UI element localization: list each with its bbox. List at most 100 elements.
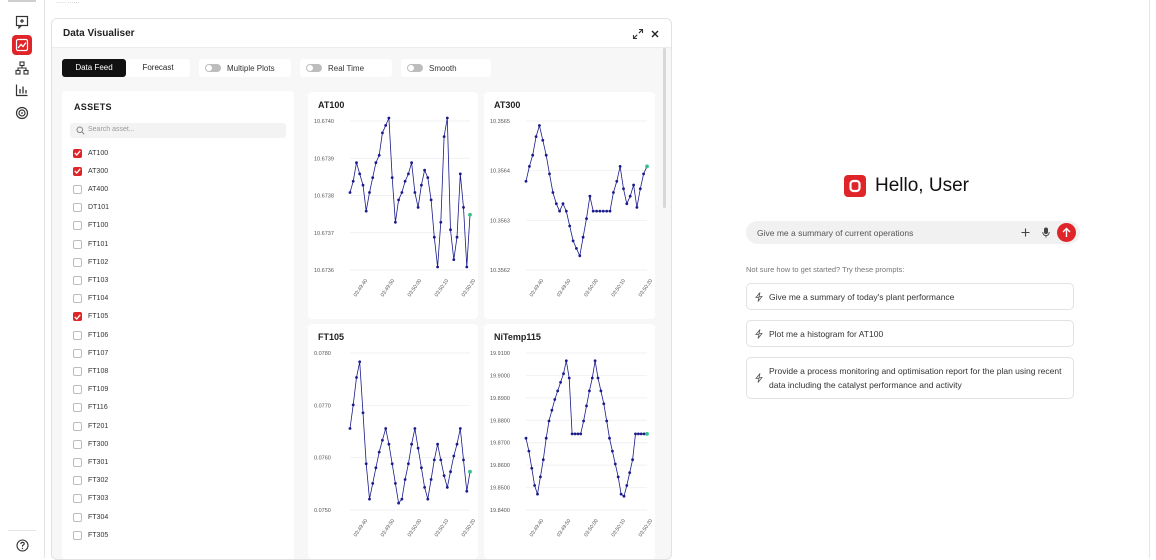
asset-checkbox[interactable] [73,184,82,194]
asset-checkbox[interactable] [73,439,82,449]
x-tick-label: 03:50:10 [434,278,451,298]
data-point [348,427,352,430]
toggle-label: Multiple Plots [227,63,275,73]
prompt-input[interactable]: Give me a summary of current operations [746,221,1080,244]
asset-checkbox[interactable] [73,348,82,358]
asset-item-ft303[interactable]: FT303 [73,493,273,505]
data-visualiser-icon[interactable] [12,35,32,55]
asset-item-ft302[interactable]: FT302 [73,475,273,487]
asset-checkbox[interactable] [73,312,82,322]
suggestion-text: Give me a summary of today's plant perfo… [769,292,955,302]
data-point [368,191,371,194]
asset-item-ft300[interactable]: FT300 [73,438,273,450]
suggestion-plant-performance[interactable]: Give me a summary of today's plant perfo… [746,283,1074,310]
microphone-icon[interactable] [1042,227,1050,238]
asset-checkbox[interactable] [73,476,82,486]
asset-item-ft201[interactable]: FT201 [73,420,273,432]
data-point [351,403,355,407]
asset-checkbox[interactable] [73,166,82,176]
hierarchy-icon[interactable] [12,58,32,78]
data-point [458,172,462,176]
asset-checkbox[interactable] [73,494,82,504]
data-point [384,124,388,127]
data-point [436,265,439,269]
lightning-icon [755,291,763,302]
asset-item-ft106[interactable]: FT106 [73,329,273,341]
asset-checkbox[interactable] [73,148,82,158]
asset-item-dt101[interactable]: DT101 [73,202,273,214]
data-point [628,471,632,474]
send-button[interactable] [1057,223,1076,242]
data-point [426,176,430,179]
data-point [558,209,561,213]
asset-search-input[interactable]: Search asset... [70,123,286,138]
data-point [390,462,394,466]
asset-checkbox[interactable] [73,366,82,376]
chat-icon[interactable] [12,12,32,32]
data-point [622,187,625,191]
data-point [371,176,375,179]
y-tick-label: 19.8400 [490,508,510,514]
asset-item-ft104[interactable]: FT104 [73,293,273,305]
x-tick-label: 03:50:20 [638,518,655,538]
data-point [407,172,410,176]
add-icon[interactable] [1021,228,1030,237]
toggle-switch[interactable] [407,64,423,72]
asset-checkbox[interactable] [73,385,82,395]
asset-checkbox[interactable] [73,203,82,213]
toggle-multiple-plots[interactable]: Multiple Plots [199,59,291,77]
asset-item-ft105[interactable]: FT105 [73,311,273,323]
suggestion-histogram[interactable]: Plot me a histogram for AT100 [746,320,1074,347]
data-point [548,172,551,176]
target-icon[interactable] [12,103,32,123]
expand-icon[interactable] [632,27,644,40]
asset-checkbox[interactable] [73,421,82,431]
asset-checkbox[interactable] [73,512,82,522]
data-point [645,432,649,436]
asset-checkbox[interactable] [73,294,82,304]
window-edge [1149,0,1150,558]
asset-item-ft107[interactable]: FT107 [73,347,273,359]
series-line [349,117,471,268]
asset-item-ft108[interactable]: FT108 [73,365,273,377]
asset-checkbox[interactable] [73,457,82,467]
data-point [613,462,617,466]
asset-item-ft100[interactable]: FT100 [73,220,273,232]
help-icon[interactable] [12,535,32,555]
close-icon[interactable] [649,27,661,39]
asset-item-ft102[interactable]: FT102 [73,256,273,268]
toggle-smooth[interactable]: Smooth [401,59,491,77]
asset-item-at400[interactable]: AT400 [73,183,273,195]
asset-checkbox[interactable] [73,257,82,267]
suggestion-process-report[interactable]: Provide a process monitoring and optimis… [746,357,1074,399]
asset-checkbox[interactable] [73,403,82,413]
prompt-input-value[interactable]: Give me a summary of current operations [757,228,913,238]
asset-item-at300[interactable]: AT300 [73,165,273,177]
data-point [571,239,575,243]
asset-item-ft304[interactable]: FT304 [73,511,273,523]
tab-data-feed[interactable]: Data Feed [62,59,126,77]
data-point [585,404,588,408]
asset-checkbox[interactable] [73,275,82,285]
panel-scrollbar[interactable] [663,48,666,208]
asset-item-ft116[interactable]: FT116 [73,402,273,414]
toggle-real-time[interactable]: Real Time [300,59,392,77]
asset-item-ft301[interactable]: FT301 [73,456,273,468]
suggestion-text: Provide a process monitoring and optimis… [769,366,1062,390]
data-point [442,135,446,138]
data-point [416,446,420,450]
asset-item-at100[interactable]: AT100 [73,147,273,159]
asset-checkbox[interactable] [73,239,82,249]
asset-item-ft305[interactable]: FT305 [73,529,273,541]
toggle-switch[interactable] [205,64,221,72]
toggle-switch[interactable] [306,64,322,72]
asset-checkbox[interactable] [73,330,82,340]
tab-forecast[interactable]: Forecast [126,59,190,77]
bar-chart-icon[interactable] [12,80,32,100]
asset-item-ft109[interactable]: FT109 [73,384,273,396]
data-point [615,179,619,183]
asset-checkbox[interactable] [73,221,82,231]
asset-item-ft101[interactable]: FT101 [73,238,273,250]
asset-item-ft103[interactable]: FT103 [73,274,273,286]
asset-checkbox[interactable] [73,530,82,540]
